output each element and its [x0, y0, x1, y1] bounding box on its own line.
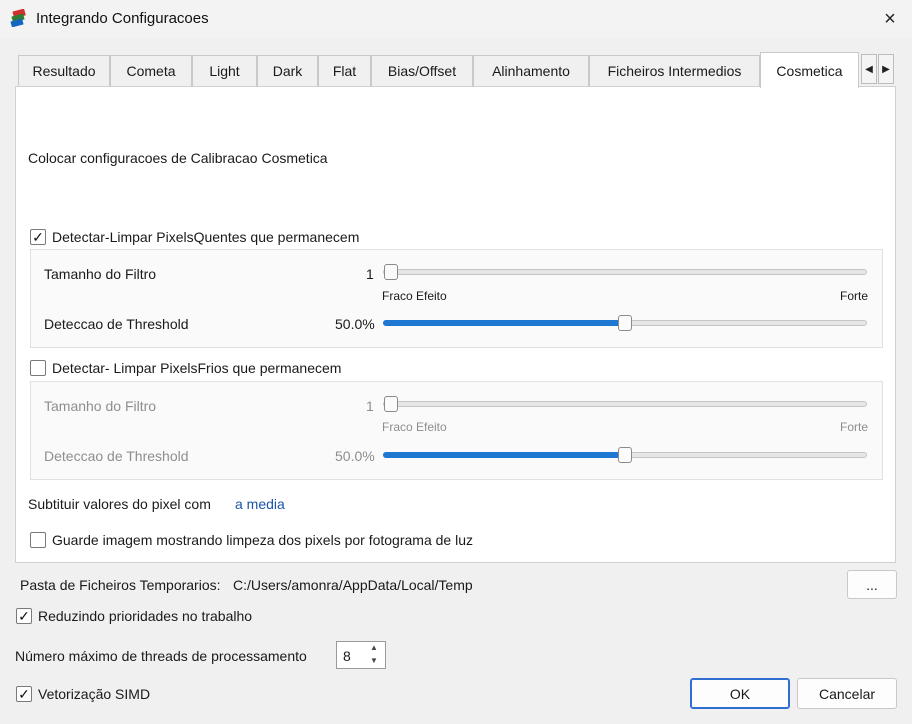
- hot-weak-label: Fraco Efeito: [382, 289, 447, 303]
- browse-button[interactable]: ...: [847, 570, 897, 599]
- close-icon[interactable]: ×: [874, 4, 906, 34]
- cold-weak-label: Fraco Efeito: [382, 420, 447, 434]
- cold-pixels-label: Detectar- Limpar PixelsFrios que permane…: [52, 360, 342, 376]
- cold-pixels-group: [30, 381, 883, 480]
- cold-threshold-slider-thumb[interactable]: [618, 447, 632, 463]
- cold-filter-value: 1: [366, 398, 374, 414]
- cold-strong-label: Forte: [840, 420, 869, 434]
- tab-resultado[interactable]: Resultado: [18, 55, 110, 86]
- cold-pixels-checkbox[interactable]: [30, 360, 46, 376]
- cold-threshold-value: 50.0%: [335, 448, 375, 464]
- threads-value[interactable]: 8: [343, 648, 351, 664]
- hot-pixels-checkbox[interactable]: ✓: [30, 229, 46, 245]
- app-icon: [10, 9, 26, 27]
- hot-threshold-slider-fill: [383, 320, 625, 326]
- ok-button[interactable]: OK: [690, 678, 790, 709]
- tab-cometa[interactable]: Cometa: [110, 55, 192, 86]
- hot-filter-value: 1: [366, 266, 374, 282]
- tab-alinhamento[interactable]: Alinhamento: [473, 55, 589, 86]
- cold-threshold-slider-fill: [383, 452, 625, 458]
- simd-checkbox[interactable]: ✓: [16, 686, 32, 702]
- save-image-label: Guarde imagem mostrando limpeza dos pixe…: [52, 532, 473, 548]
- cancel-button[interactable]: Cancelar: [797, 678, 897, 709]
- tab-dark[interactable]: Dark: [257, 55, 318, 86]
- hot-strong-label: Forte: [840, 289, 869, 303]
- hot-threshold-value: 50.0%: [335, 316, 375, 332]
- tab-bias-offset[interactable]: Bias/Offset: [371, 55, 473, 86]
- window-title: Integrando Configuracoes: [36, 10, 209, 27]
- tab-scroll-left-icon[interactable]: ◀: [861, 54, 877, 84]
- temp-folder-path: C:/Users/amonra/AppData/Local/Temp: [233, 577, 473, 593]
- hot-filter-slider-thumb[interactable]: [384, 264, 398, 280]
- tab-flat[interactable]: Flat: [318, 55, 371, 86]
- hot-pixels-group: [30, 249, 883, 348]
- threads-label: Número máximo de threads de processament…: [15, 648, 307, 664]
- cold-filter-label: Tamanho do Filtro: [44, 398, 157, 414]
- hot-filter-label: Tamanho do Filtro: [44, 266, 157, 282]
- temp-folder-label: Pasta de Ficheiros Temporarios:: [20, 577, 221, 593]
- cosmetica-heading: Colocar configuracoes de Calibracao Cosm…: [28, 150, 328, 166]
- tab-cosmetica[interactable]: Cosmetica: [760, 52, 859, 88]
- cold-filter-slider-thumb[interactable]: [384, 396, 398, 412]
- cold-filter-slider-track[interactable]: [383, 401, 867, 407]
- stepper-down-icon[interactable]: ▼: [370, 656, 378, 665]
- reduce-priority-checkbox[interactable]: ✓: [16, 608, 32, 624]
- tab-scroll-right-icon[interactable]: ▶: [878, 54, 894, 84]
- hot-threshold-slider-thumb[interactable]: [618, 315, 632, 331]
- hot-pixels-label: Detectar-Limpar PixelsQuentes que perman…: [52, 229, 360, 245]
- replace-value-link[interactable]: a media: [235, 496, 285, 512]
- save-image-checkbox[interactable]: [30, 532, 46, 548]
- tab-light[interactable]: Light: [192, 55, 257, 86]
- hot-filter-slider-track[interactable]: [383, 269, 867, 275]
- stepper-up-icon[interactable]: ▲: [370, 643, 378, 652]
- hot-threshold-label: Deteccao de Threshold: [44, 316, 189, 332]
- tab-ficheiros-intermedios[interactable]: Ficheiros Intermedios: [589, 55, 760, 86]
- cold-threshold-label: Deteccao de Threshold: [44, 448, 189, 464]
- replace-label: Subtituir valores do pixel com: [28, 496, 211, 512]
- reduce-priority-label: Reduzindo prioridades no trabalho: [38, 608, 253, 624]
- simd-label: Vetorização SIMD: [38, 686, 151, 702]
